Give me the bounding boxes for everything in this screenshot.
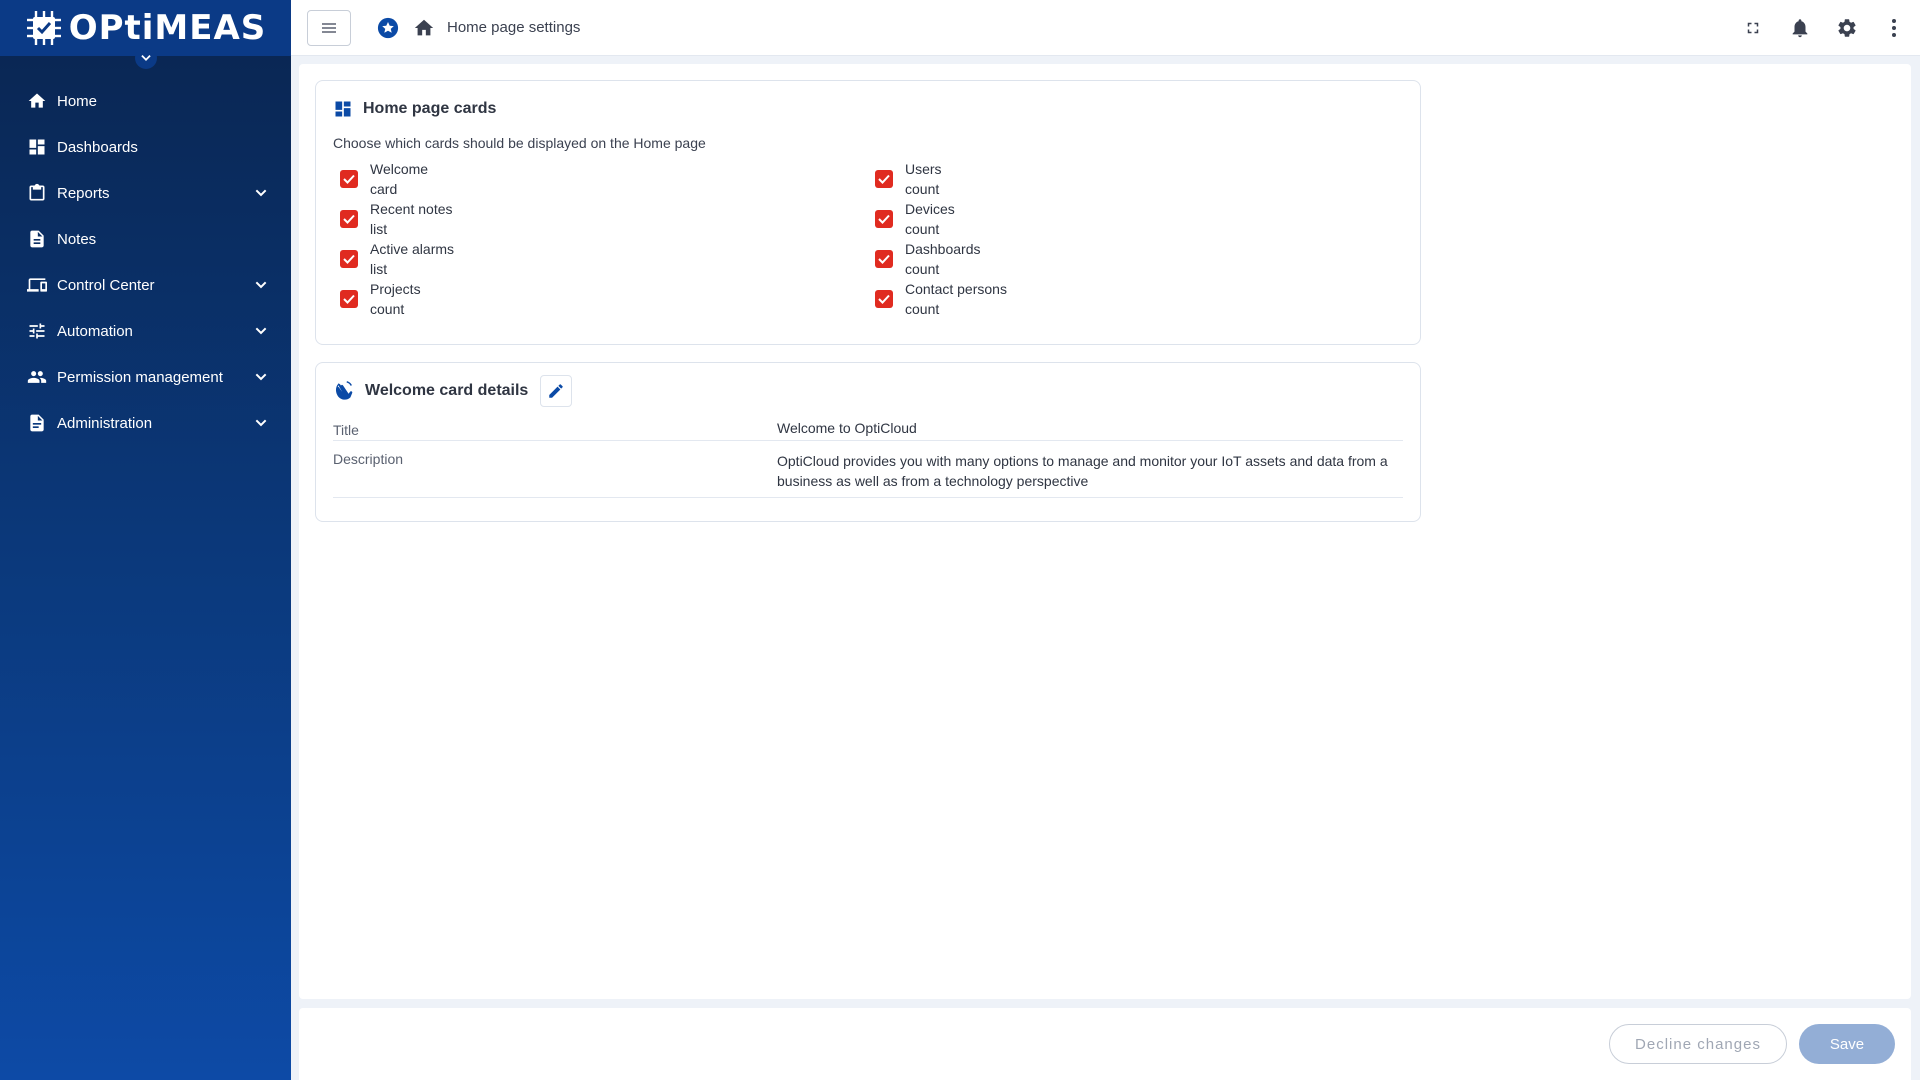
fullscreen-icon[interactable] [1741,16,1765,40]
checkbox-checked-icon[interactable] [875,210,893,228]
waving-hand-icon [335,381,353,400]
decline-changes-button[interactable]: Decline changes [1609,1024,1787,1064]
chevron-down-icon [140,55,151,61]
detail-row-description: Description OptiCloud provides you with … [333,441,1403,498]
checkbox-checked-icon[interactable] [340,290,358,308]
edit-button[interactable] [540,375,573,407]
checkbox-active-alarms-list[interactable]: Active alarms list [340,239,875,279]
sidebar-item-notes[interactable]: Notes [0,216,291,262]
section-subtitle: Choose which cards should be displayed o… [333,135,706,151]
sidebar-nav: Home Dashboards Reports Notes Control Ce… [0,78,291,446]
checkbox-dashboards-count[interactable]: Dashboards count [875,239,1375,279]
sidebar-item-home[interactable]: Home [0,78,291,124]
checkbox-label: Users count [905,161,942,197]
top-bar: Home page settings [291,0,1920,56]
welcome-card-details-section: Welcome card details Title Welcome to Op… [315,362,1421,522]
devices-icon [27,275,47,295]
favorite-star-icon[interactable] [377,17,399,39]
checkbox-label: Recent notes list [370,201,453,237]
chevron-down-icon[interactable] [251,413,271,433]
logo-bar: OPtiMEAS [0,0,291,69]
people-icon [27,367,47,387]
menu-toggle-button[interactable] [307,9,351,46]
pencil-icon [549,384,564,398]
detail-key: Title [333,422,359,438]
checkbox-checked-icon[interactable] [875,170,893,188]
chevron-down-icon[interactable] [251,367,271,387]
dashboard-icon [27,137,47,157]
checkbox-contact-persons-count[interactable]: Contact persons count [875,279,1375,319]
sidebar-item-reports[interactable]: Reports [0,170,291,216]
checkbox-recent-notes-list[interactable]: Recent notes list [340,199,875,239]
chevron-down-icon[interactable] [251,183,271,203]
detail-row-title: Title Welcome to OptiCloud [333,419,1403,441]
sidebar-item-label: Home [57,92,98,110]
checkbox-users-count[interactable]: Users count [875,159,1375,199]
bell-icon[interactable] [1788,16,1812,40]
menu-icon [322,22,336,33]
card-checkbox-grid: Welcome card Recent notes list Active alar… [316,151,1420,319]
checkbox-checked-icon[interactable] [340,170,358,188]
admin-document-icon [27,413,47,433]
sidebar-item-automation[interactable]: Automation [0,308,291,354]
section-header: Home page cards [316,81,1420,137]
home-icon [27,91,47,111]
breadcrumb: Home page settings [447,19,581,36]
detail-value: Welcome to OptiCloud [777,420,917,436]
sidebar-item-label: Permission management [57,368,223,386]
checkbox-checked-icon[interactable] [875,250,893,268]
sidebar-item-administration[interactable]: Administration [0,400,291,446]
checkbox-checked-icon[interactable] [875,290,893,308]
checkbox-label: Devices count [905,201,955,237]
sidebar-item-label: Administration [57,414,153,432]
sidebar-item-label: Dashboards [57,138,138,156]
home-page-cards-section: Home page cards Choose which cards shoul… [315,80,1421,345]
document-icon [27,229,47,249]
save-button[interactable]: Save [1799,1024,1895,1064]
chevron-down-icon[interactable] [251,275,271,295]
detail-key: Description [333,451,404,467]
main-content: Home page cards Choose which cards shoul… [299,64,1911,999]
checkbox-label: Active alarms list [370,241,455,277]
sidebar-item-label: Control Center [57,276,155,294]
checkbox-projects-count[interactable]: Projects count [340,279,875,319]
action-footer: Decline changes Save [299,1008,1911,1080]
checkbox-label: Projects count [370,281,421,317]
more-vert-icon[interactable] [1882,16,1906,40]
section-header: Welcome card details [316,363,1420,419]
checkbox-column-right: Users count Devices count Dashboards count … [875,159,1375,319]
checkbox-checked-icon[interactable] [340,250,358,268]
detail-value: OptiCloud provides you with many options… [777,453,1388,489]
sidebar-item-label: Notes [57,230,97,248]
section-title: Welcome card details [365,382,529,399]
sidebar-item-control-center[interactable]: Control Center [0,262,291,308]
section-title: Home page cards [363,100,497,117]
sidebar-item-permission-management[interactable]: Permission management [0,354,291,400]
gear-icon[interactable] [1835,16,1859,40]
top-actions [1741,16,1906,40]
tune-icon [27,321,47,341]
home-icon[interactable] [413,17,435,39]
checkbox-checked-icon[interactable] [340,210,358,228]
checkbox-devices-count[interactable]: Devices count [875,199,1375,239]
dashboard-icon [335,101,351,117]
checkbox-label: Contact persons count [905,281,1007,317]
checkbox-column-left: Welcome card Recent notes list Active alar… [340,159,875,319]
checkbox-label: Welcome card [370,161,429,197]
checkbox-welcome-card[interactable]: Welcome card [340,159,875,199]
sidebar-item-dashboards[interactable]: Dashboards [0,124,291,170]
chip-logo-icon [26,11,61,45]
sidebar-item-label: Automation [57,322,133,340]
collapse-toggle[interactable] [134,47,157,69]
logo-text: OPtiMEAS [68,8,267,48]
clipboard-icon [27,183,47,203]
sidebar-item-label: Reports [57,184,110,202]
checkbox-label: Dashboards count [905,241,981,277]
sidebar: OPtiMEAS Home Dashboards Reports Notes C… [0,0,291,1080]
brand-logo[interactable]: OPtiMEAS [25,8,267,48]
chevron-down-icon[interactable] [251,321,271,341]
